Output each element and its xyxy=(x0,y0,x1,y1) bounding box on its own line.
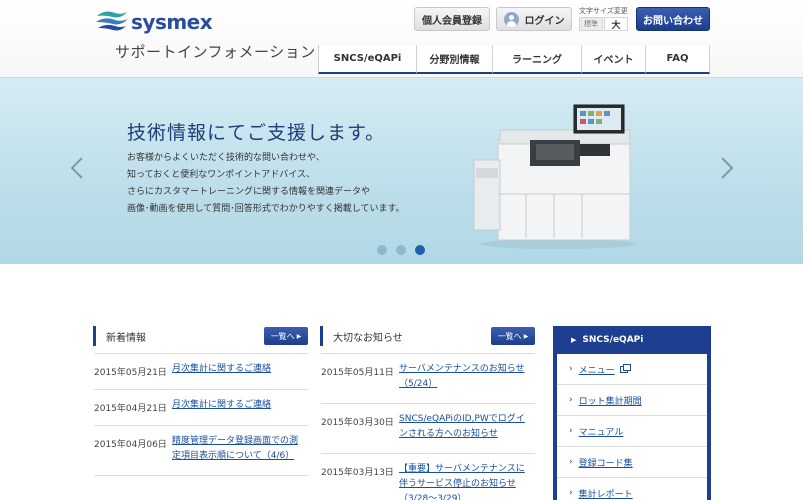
hero-line: 知っておくと便利なワンポイントアドバイス、 xyxy=(127,170,316,180)
logo-text: sysmex xyxy=(131,10,213,34)
nav-field-info[interactable]: 分野別情報 xyxy=(416,45,492,74)
news-link[interactable]: 精度管理データ登録画面での測定項目表示順について（4/6） xyxy=(172,434,306,464)
hero-line: さらにカスタマートレーニングに関する情報を関連データや xyxy=(127,187,371,197)
news-date: 2015年04月21日 xyxy=(94,404,167,414)
sncs-side-panel: ▶ SNCS/eQAPi › メニュー › ロット集計期間 › マニュアル › … xyxy=(553,326,711,500)
notice-date: 2015年05月11日 xyxy=(321,368,394,378)
news-section: 新着情報 一覧へ ▶ 2015年05月21日 月次集計に関するご連絡 2015年0… xyxy=(93,326,308,476)
hero-line: お客様からよくいただく技術的な問い合わせや、 xyxy=(127,153,325,163)
news-title: 新着情報 xyxy=(106,332,146,344)
notices-header: 大切なお知らせ 一覧へ ▶ xyxy=(320,326,535,346)
notice-link[interactable]: 【重要】サーバメンテナンスに伴うサービス停止のお知らせ（3/28～3/29） xyxy=(399,462,533,500)
nav-faq[interactable]: FAQ xyxy=(645,45,710,74)
sysmex-logo-mark xyxy=(96,11,128,31)
carousel-dots xyxy=(377,245,425,255)
side-panel-header[interactable]: ▶ SNCS/eQAPi xyxy=(557,326,707,354)
news-date: 2015年05月21日 xyxy=(94,368,167,378)
triangle-right-icon: ▶ xyxy=(523,332,529,340)
side-item-label: 集計レポート xyxy=(578,489,633,500)
nav-learning[interactable]: ラーニング xyxy=(492,45,581,74)
chevron-right-icon: › xyxy=(569,395,573,405)
side-item-label: 登録コード集 xyxy=(578,458,633,469)
notices-title: 大切なお知らせ xyxy=(333,332,403,344)
side-item-codes[interactable]: › 登録コード集 xyxy=(557,447,707,478)
side-item-label: ロット集計期間 xyxy=(578,396,642,407)
news-link[interactable]: 月次集計に関するご連絡 xyxy=(172,398,271,414)
user-icon xyxy=(503,11,519,27)
news-item: 2015年04月06日 精度管理データ登録画面での測定項目表示順について（4/6… xyxy=(94,426,308,476)
news-more-button[interactable]: 一覧へ ▶ xyxy=(264,327,308,345)
external-window-icon xyxy=(619,363,631,373)
chevron-right-icon: › xyxy=(569,488,573,498)
hero-carousel: 技術情報にてご支援します。 お客様からよくいただく技術的な問い合わせや、 知って… xyxy=(0,78,803,264)
side-item-manual[interactable]: › マニュアル xyxy=(557,416,707,447)
chevron-right-icon: › xyxy=(569,457,573,467)
hero-line: 画像･動画を使用して質問･回答形式でわかりやすく掲載しています。 xyxy=(127,204,405,214)
member-register-button[interactable]: 個人会員登録 xyxy=(414,7,490,31)
notice-item: 2015年05月11日 サーバメンテナンスのお知らせ（5/24） xyxy=(321,354,535,404)
font-size-large-button[interactable]: 大 xyxy=(604,17,628,31)
triangle-right-icon: ▶ xyxy=(571,336,577,344)
hero-description: お客様からよくいただく技術的な問い合わせや、 知っておくと便利なワンポイントアド… xyxy=(127,150,405,218)
main-nav: SNCS/eQAPi 分野別情報 ラーニング イベント FAQ xyxy=(318,45,710,74)
notice-date: 2015年03月30日 xyxy=(321,418,394,428)
carousel-dot-2[interactable] xyxy=(396,245,406,255)
side-item-report[interactable]: › 集計レポート xyxy=(557,478,707,500)
news-item: 2015年04月21日 月次集計に関するご連絡 xyxy=(94,390,308,426)
notice-link[interactable]: SNCS/eQAPiのID,PWでログインされる方へのお知らせ xyxy=(399,412,533,442)
site-subtitle: サポートインフォメーション xyxy=(115,43,316,61)
chevron-right-icon: › xyxy=(569,364,573,374)
font-size-standard-button[interactable]: 標準 xyxy=(579,17,603,31)
side-item-menu[interactable]: › メニュー xyxy=(557,354,707,385)
login-label: ログイン xyxy=(524,15,565,27)
side-item-label: マニュアル xyxy=(578,427,624,438)
carousel-next-icon[interactable] xyxy=(720,156,734,180)
side-item-lot-period[interactable]: › ロット集計期間 xyxy=(557,385,707,416)
triangle-right-icon: ▶ xyxy=(296,332,302,340)
hero-title: 技術情報にてご支援します。 xyxy=(127,122,386,144)
font-size-label: 文字サイズ変更 xyxy=(579,7,628,15)
side-panel-title: SNCS/eQAPi xyxy=(582,335,644,345)
notices-more-button[interactable]: 一覧へ ▶ xyxy=(491,327,535,345)
sysmex-logo[interactable]: sysmex xyxy=(95,8,213,34)
notice-item: 2015年03月13日 【重要】サーバメンテナンスに伴うサービス停止のお知らせ（… xyxy=(321,454,535,500)
side-panel-list: › メニュー › ロット集計期間 › マニュアル › 登録コード集 › 集計レポ… xyxy=(557,354,707,500)
carousel-prev-icon[interactable] xyxy=(70,156,84,180)
news-link[interactable]: 月次集計に関するご連絡 xyxy=(172,362,271,378)
news-date: 2015年04月06日 xyxy=(94,440,167,450)
carousel-dot-3[interactable] xyxy=(415,245,425,255)
notice-link[interactable]: サーバメンテナンスのお知らせ（5/24） xyxy=(399,362,533,392)
site-header: sysmex サポートインフォメーション 個人会員登録 ログイン 文字サイズ変更… xyxy=(0,0,803,78)
news-header: 新着情報 一覧へ ▶ xyxy=(93,326,308,346)
notices-more-label: 一覧へ xyxy=(497,331,522,341)
news-item: 2015年05月21日 月次集計に関するご連絡 xyxy=(94,354,308,390)
carousel-dot-1[interactable] xyxy=(377,245,387,255)
side-item-label: メニュー xyxy=(578,365,615,376)
analyzer-machine-image xyxy=(473,104,636,249)
notice-date: 2015年03月13日 xyxy=(321,468,394,478)
news-more-label: 一覧へ xyxy=(270,331,295,341)
login-button[interactable]: ログイン xyxy=(496,7,572,31)
notice-item: 2015年03月30日 SNCS/eQAPiのID,PWでログインされる方へのお… xyxy=(321,404,535,454)
contact-button[interactable]: お問い合わせ xyxy=(636,7,710,31)
nav-event[interactable]: イベント xyxy=(581,45,645,74)
nav-sncs-eqapi[interactable]: SNCS/eQAPi xyxy=(318,45,416,74)
notices-section: 大切なお知らせ 一覧へ ▶ 2015年05月11日 サーバメンテナンスのお知らせ（… xyxy=(320,326,535,500)
chevron-right-icon: › xyxy=(569,426,573,436)
